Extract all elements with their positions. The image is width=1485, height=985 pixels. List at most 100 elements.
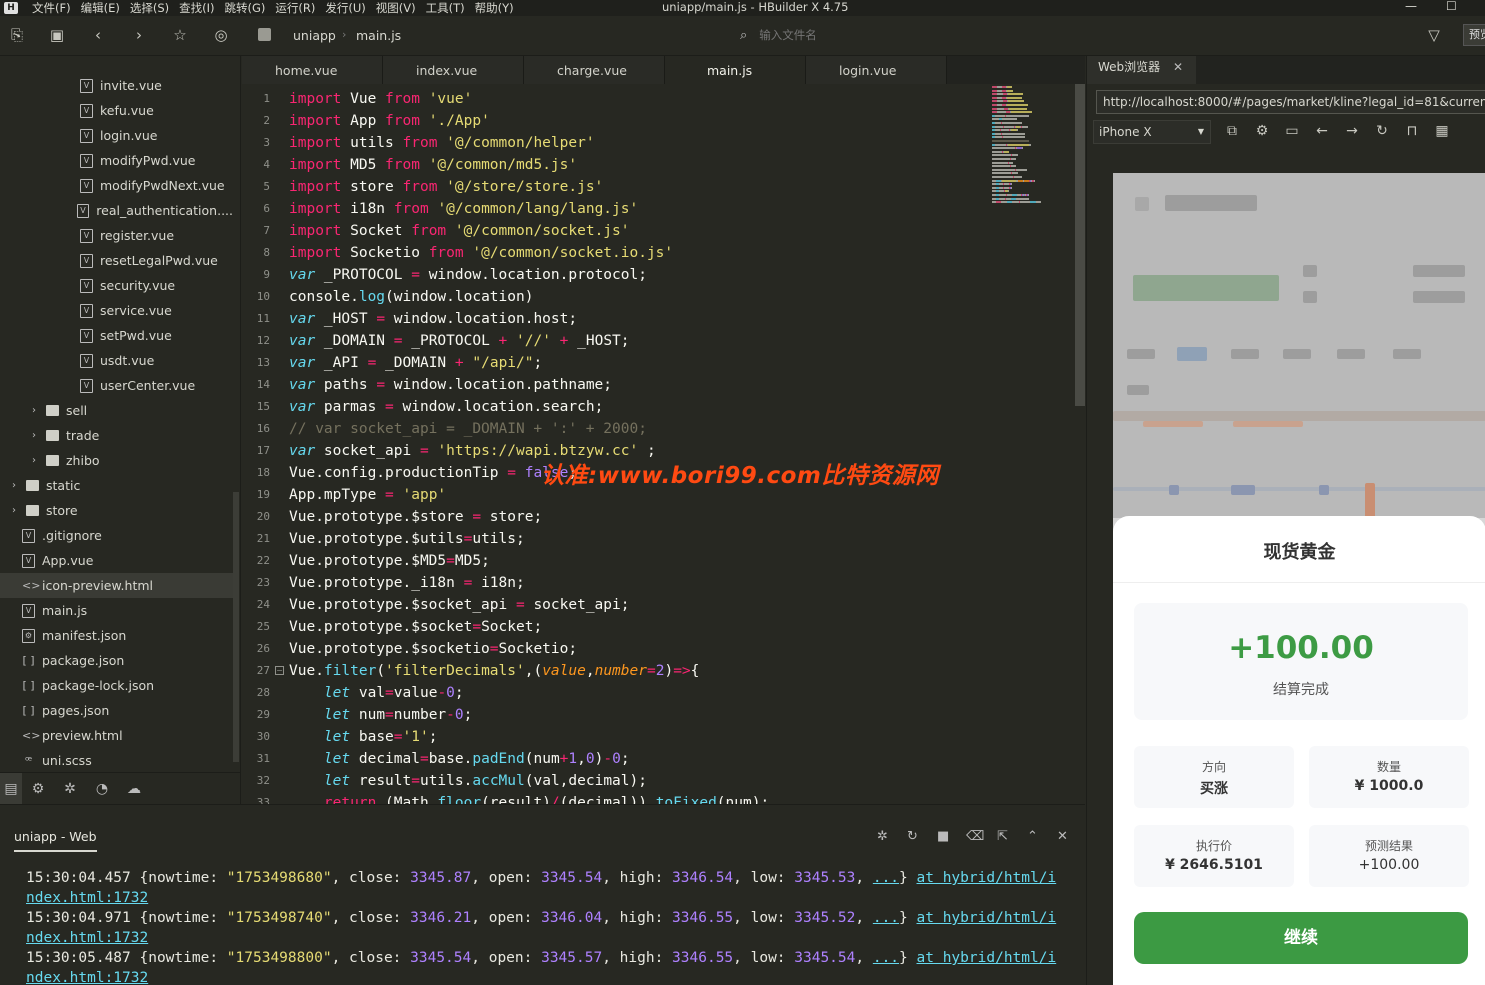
tree-item[interactable]: Vinvite.vue <box>0 73 233 98</box>
menu-edit[interactable]: 编辑(E) <box>81 0 120 16</box>
code-line[interactable]: Vue.prototype.$MD5=MD5; <box>289 550 490 572</box>
tree-item[interactable]: VsetPwd.vue <box>0 323 233 348</box>
menu-find[interactable]: 查找(I) <box>179 0 214 16</box>
preview-button[interactable]: 预览 <box>1463 24 1485 46</box>
tree-item[interactable]: VmodifyPwdNext.vue <box>0 173 233 198</box>
tree-item[interactable]: [ ] package-lock.json <box>0 673 233 698</box>
code-line[interactable]: var _HOST = window.location.host; <box>289 308 577 330</box>
tree-item[interactable]: <> preview.html <box>0 723 233 748</box>
code-line[interactable]: var _DOMAIN = _PROTOCOL + '//' + _HOST; <box>289 330 630 352</box>
code-line[interactable]: let num=number-0; <box>289 704 472 726</box>
code-line[interactable]: // var socket_api = _DOMAIN + ':' + 2000… <box>289 418 647 440</box>
close-panel-icon[interactable]: ✕ <box>1057 829 1068 844</box>
tree-item[interactable]: Vusdt.vue <box>0 348 233 373</box>
open-external-icon[interactable]: ⇱ <box>997 829 1008 844</box>
code-line[interactable]: Vue.filter('filterDecimals',(value,numbe… <box>289 660 699 682</box>
fold-toggle-icon[interactable]: − <box>275 666 284 675</box>
code-line[interactable]: import Vue from 'vue' <box>289 88 472 110</box>
code-line[interactable]: import App from './App' <box>289 110 490 132</box>
code-line[interactable]: App.mpType = 'app' <box>289 484 446 506</box>
git-view-icon[interactable]: ◔ <box>86 781 118 797</box>
sidebar-scrollbar[interactable] <box>233 492 239 762</box>
clear-icon[interactable]: ⌫ <box>966 829 984 844</box>
code-line[interactable]: var parmas = window.location.search; <box>289 396 603 418</box>
tree-item[interactable]: Vreal_authentication.... <box>0 198 233 223</box>
tab-home-vue[interactable]: home.vue <box>242 56 383 84</box>
tree-item[interactable]: Vmain.js <box>0 598 233 623</box>
editor-scrollbar[interactable] <box>1075 84 1085 406</box>
code-line[interactable]: Vue.config.productionTip = false; <box>289 462 577 484</box>
tree-item[interactable]: › trade <box>0 423 233 448</box>
devtools-icon[interactable]: ▭ <box>1283 122 1301 140</box>
tree-item[interactable]: [ ] pages.json <box>0 698 233 723</box>
code-line[interactable]: let base='1'; <box>289 726 438 748</box>
code-line[interactable]: import store from '@/store/store.js' <box>289 176 603 198</box>
menu-select[interactable]: 选择(S) <box>130 0 169 16</box>
code-line[interactable]: Vue.prototype.$socketio=Socketio; <box>289 638 577 660</box>
code-line[interactable]: Vue.prototype.$store = store; <box>289 506 542 528</box>
menu-tools[interactable]: 工具(T) <box>426 0 465 16</box>
back-icon[interactable]: ‹ <box>89 26 107 44</box>
console-tab[interactable]: uniapp - Web <box>14 829 97 852</box>
debug-view-icon[interactable]: ✲ <box>54 781 86 797</box>
tree-item[interactable]: VresetLegalPwd.vue <box>0 248 233 273</box>
stop-icon[interactable]: ■ <box>937 829 949 844</box>
plugin-view-icon[interactable]: ⚙ <box>22 781 54 797</box>
menu-publish[interactable]: 发行(U) <box>325 0 365 16</box>
tree-item[interactable]: Vservice.vue <box>0 298 233 323</box>
forward-icon[interactable]: → <box>1343 122 1361 140</box>
debug-icon[interactable]: ✲ <box>877 829 888 844</box>
tab-index-vue[interactable]: index.vue <box>383 56 524 84</box>
tree-item[interactable]: Vregister.vue <box>0 223 233 248</box>
tree-item[interactable]: VuserCenter.vue <box>0 373 233 398</box>
tree-item[interactable]: Vsecurity.vue <box>0 273 233 298</box>
chevron-right-icon[interactable]: › <box>8 505 20 516</box>
forward-icon[interactable]: › <box>130 26 148 44</box>
maximize-icon[interactable]: ☐ <box>1446 0 1457 13</box>
tree-item[interactable]: Vkefu.vue <box>0 98 233 123</box>
qrcode-icon[interactable]: ▦ <box>1433 122 1451 140</box>
code-line[interactable]: var paths = window.location.pathname; <box>289 374 612 396</box>
code-line[interactable]: var _API = _DOMAIN + "/api/"; <box>289 352 542 374</box>
settings-icon[interactable]: ⚙ <box>1253 122 1271 140</box>
menu-view[interactable]: 视图(V) <box>376 0 416 16</box>
code-line[interactable]: console.log(window.location) <box>289 286 533 308</box>
url-input[interactable]: http://localhost:8000/#/pages/market/kli… <box>1096 90 1485 114</box>
tree-item[interactable]: Vlogin.vue <box>0 123 233 148</box>
minimize-icon[interactable]: — <box>1405 0 1417 13</box>
save-icon[interactable]: ▣ <box>48 26 66 44</box>
tree-item[interactable]: › store <box>0 498 233 523</box>
menu-file[interactable]: 文件(F) <box>32 0 71 16</box>
code-line[interactable]: Vue.prototype.$socket_api = socket_api; <box>289 594 629 616</box>
tree-item[interactable]: › sell <box>0 398 233 423</box>
log-link[interactable]: ndex.html:1732 <box>26 928 148 948</box>
screenshot-icon[interactable]: ⧉ <box>1223 122 1241 140</box>
code-line[interactable]: import Socket from '@/common/socket.js' <box>289 220 630 242</box>
code-line[interactable]: let val=value-0; <box>289 682 464 704</box>
device-select[interactable]: iPhone X ▼ <box>1093 120 1211 144</box>
code-line[interactable]: let decimal=base.padEnd(num+1,0)-0; <box>289 748 630 770</box>
new-file-icon[interactable]: ⎘ <box>8 26 26 44</box>
tree-item[interactable]: V App.vue <box>0 548 233 573</box>
tree-item[interactable]: ⚙ manifest.json <box>0 623 233 648</box>
tree-item[interactable]: <> icon-preview.html <box>0 573 233 598</box>
tree-item[interactable]: › static <box>0 473 233 498</box>
chevron-right-icon[interactable]: › <box>28 405 40 416</box>
run-icon[interactable]: ◎ <box>212 26 230 44</box>
menu-goto[interactable]: 跳转(G) <box>225 0 266 16</box>
log-link[interactable]: ndex.html:1732 <box>26 968 148 985</box>
back-icon[interactable]: ← <box>1313 122 1331 140</box>
code-line[interactable]: import Socketio from '@/common/socket.io… <box>289 242 673 264</box>
menu-run[interactable]: 运行(R) <box>275 0 315 16</box>
chevron-right-icon[interactable]: › <box>28 430 40 441</box>
tab-charge-vue[interactable]: charge.vue <box>524 56 665 84</box>
code-line[interactable]: Vue.prototype.$socket=Socket; <box>289 616 542 638</box>
explorer-view-icon[interactable]: ▤ <box>0 772 22 804</box>
code-editor[interactable]: 1 2 3 4 5 6 7 8 9 10 11 12 13 14 15 16 17 18 19 20 21 22 23 24 2… <box>242 84 1085 804</box>
restart-icon[interactable]: ↻ <box>907 829 918 844</box>
tree-item[interactable]: [ ] package.json <box>0 648 233 673</box>
tree-item[interactable]: › zhibo <box>0 448 233 473</box>
tab-login-vue[interactable]: login.vue <box>806 56 947 84</box>
code-line[interactable]: import i18n from '@/common/lang/lang.js' <box>289 198 638 220</box>
tab-main-js[interactable]: main.js <box>665 56 806 84</box>
